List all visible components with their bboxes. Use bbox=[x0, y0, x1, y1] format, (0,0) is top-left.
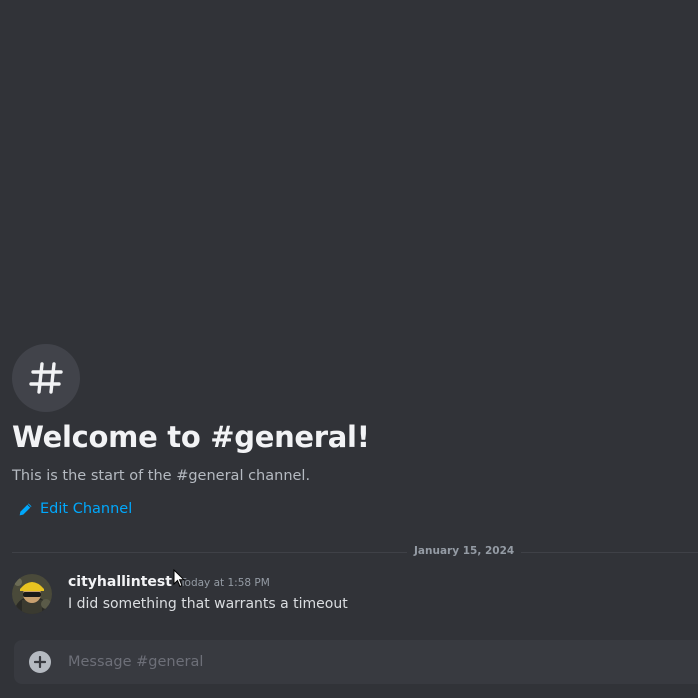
welcome-subtitle: This is the start of the #general channe… bbox=[12, 468, 311, 484]
date-divider bbox=[12, 552, 698, 553]
message-composer bbox=[14, 640, 698, 684]
avatar[interactable] bbox=[12, 574, 52, 614]
timestamp: Today at 1:58 PM bbox=[179, 577, 270, 589]
pencil-icon bbox=[19, 503, 32, 515]
message-text: I did something that warrants a timeout bbox=[68, 596, 348, 612]
edit-channel-label: Edit Channel bbox=[40, 501, 133, 517]
welcome-title: Welcome to #general! bbox=[12, 420, 370, 454]
mouse-cursor-icon bbox=[173, 569, 185, 588]
username[interactable]: cityhallintest bbox=[68, 574, 172, 590]
message-input[interactable] bbox=[68, 640, 668, 684]
edit-channel-button[interactable]: Edit Channel bbox=[18, 501, 132, 517]
date-divider-label: January 15, 2024 bbox=[407, 545, 522, 557]
hash-icon bbox=[12, 344, 80, 412]
plus-circle-icon[interactable] bbox=[29, 651, 51, 673]
message-item: cityhallintest Today at 1:58 PM I did so… bbox=[12, 572, 698, 620]
chat-view: Welcome to #general! This is the start o… bbox=[0, 0, 698, 698]
message-header: cityhallintest Today at 1:58 PM bbox=[68, 574, 270, 590]
